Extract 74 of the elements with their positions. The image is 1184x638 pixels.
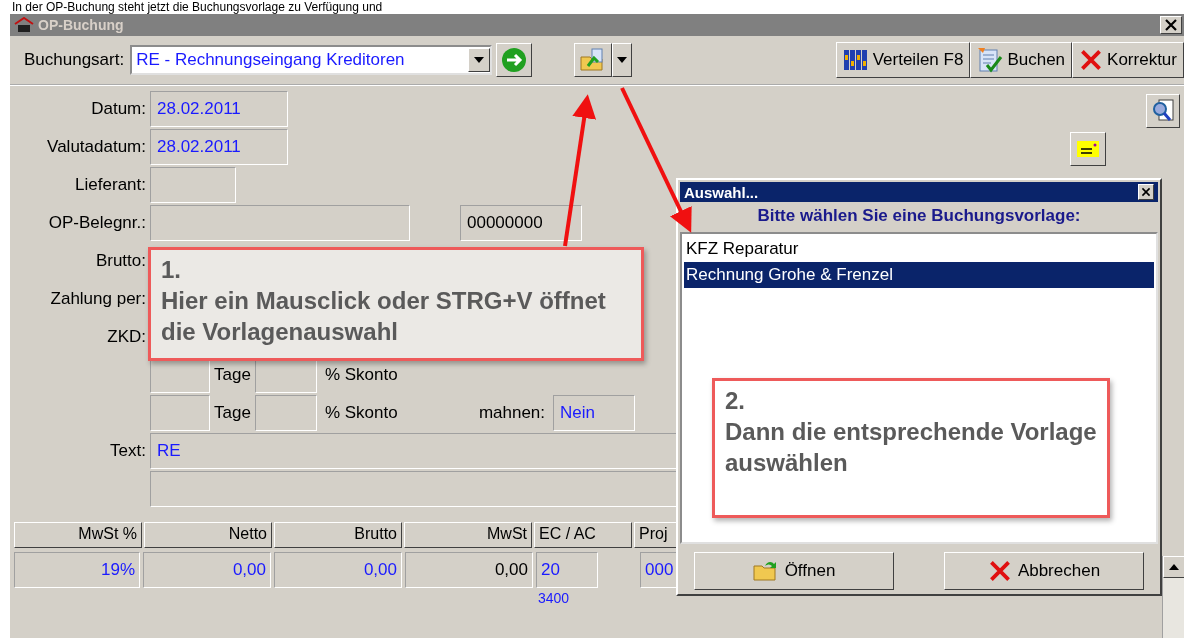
- dunning-label: mahnen:: [478, 403, 546, 423]
- column-header[interactable]: Brutto: [274, 522, 402, 548]
- close-icon: [1164, 18, 1178, 32]
- field-label: Zahlung per:: [49, 289, 146, 309]
- field-label: Valutadatum:: [46, 137, 146, 157]
- field-label: OP-Belegnr.:: [47, 213, 146, 233]
- field-label: Buchungsart:: [24, 50, 125, 70]
- booking-type-dropdown[interactable]: RE - Rechnungseingang Kreditoren: [130, 45, 493, 75]
- days-label: Tage: [214, 403, 251, 423]
- days-label: Tage: [214, 365, 251, 385]
- arrow-right-icon: [501, 47, 528, 73]
- table-cell: 20: [536, 552, 598, 588]
- cross-icon: [1079, 48, 1104, 72]
- go-button[interactable]: [496, 43, 533, 77]
- house-logo-icon: [14, 17, 34, 33]
- note-button[interactable]: [1070, 132, 1106, 166]
- annotation-text: Hier ein Mausclick oder STRG+V öffnet die Vorlagenauswahl: [161, 286, 607, 348]
- scrollbar[interactable]: [1162, 556, 1184, 638]
- dialog-title: Auswahl...: [684, 183, 759, 201]
- account-number: 3400: [538, 590, 571, 606]
- annotation-number: 2.: [725, 386, 746, 416]
- column-header[interactable]: EC / AC: [534, 522, 632, 548]
- toolbar-button[interactable]: Verteilen F8: [835, 42, 971, 78]
- dialog-button[interactable]: Öffnen: [694, 552, 894, 590]
- list-item[interactable]: Rechnung Grohe & Frenzel: [684, 262, 1154, 288]
- list-item[interactable]: KFZ Reparatur: [684, 236, 1154, 262]
- column-header[interactable]: MwSt %: [14, 522, 142, 548]
- input-field[interactable]: [150, 167, 236, 203]
- discount-label: % Skonto: [324, 365, 399, 385]
- days-field[interactable]: [150, 395, 210, 431]
- close-icon: [1141, 187, 1151, 197]
- table-cell: 0,00: [274, 552, 402, 588]
- dropdown-value: RE - Rechnungseingang Kreditoren: [136, 50, 405, 70]
- folder-icon: [752, 560, 779, 582]
- caret-icon: [617, 57, 628, 63]
- search-icon: [1150, 98, 1176, 124]
- annotation-text: Dann die entsprechende Vorlage auswählen: [725, 417, 1097, 479]
- table-cell: 19%: [14, 552, 140, 588]
- dialog-button[interactable]: Abbrechen: [944, 552, 1144, 590]
- cross-icon: [987, 559, 1012, 583]
- input-field[interactable]: [150, 205, 410, 241]
- window-title: OP-Buchung: [38, 17, 125, 33]
- toolbar-button[interactable]: Korrektur: [1072, 42, 1184, 78]
- caret-icon: [1169, 564, 1179, 570]
- column-header[interactable]: MwSt: [404, 522, 532, 548]
- field-label: ZKD:: [106, 327, 146, 347]
- field-label: Datum:: [90, 99, 146, 119]
- template-menu-button[interactable]: [612, 43, 633, 77]
- date-field[interactable]: 28.02.2011: [150, 129, 288, 165]
- field-label: Brutto:: [94, 251, 146, 271]
- scroll-up-button[interactable]: [1163, 556, 1184, 578]
- dialog-heading: Bitte wählen Sie eine Buchungsvorlage:: [756, 205, 1082, 227]
- close-button[interactable]: [1160, 16, 1182, 34]
- note-icon: [1076, 140, 1100, 158]
- template-button[interactable]: [574, 43, 613, 77]
- caption-text: In der OP-Buchung steht jetzt die Buchungsvorlage zu Verfügung und: [11, 0, 384, 14]
- percent-field[interactable]: [254, 395, 317, 431]
- field-label: Text:: [109, 441, 146, 461]
- discount-label: % Skonto: [324, 403, 399, 423]
- columns-icon: [842, 49, 869, 71]
- dunning-field[interactable]: Nein: [553, 395, 636, 431]
- document-check-icon: [977, 47, 1004, 73]
- search-button[interactable]: [1146, 94, 1180, 128]
- toolbar-button[interactable]: Buchen: [970, 42, 1073, 78]
- dropdown-button[interactable]: [468, 48, 491, 72]
- table-cell: 0,00: [143, 552, 271, 588]
- annotation-number: 1.: [161, 255, 182, 285]
- date-field[interactable]: 28.02.2011: [150, 91, 288, 127]
- column-header[interactable]: Netto: [144, 522, 272, 548]
- document-number-field[interactable]: 00000000: [460, 205, 582, 241]
- close-button[interactable]: [1138, 184, 1154, 200]
- field-label: Lieferant:: [74, 175, 146, 195]
- table-cell: 0,00: [405, 552, 533, 588]
- caret-icon: [474, 57, 485, 63]
